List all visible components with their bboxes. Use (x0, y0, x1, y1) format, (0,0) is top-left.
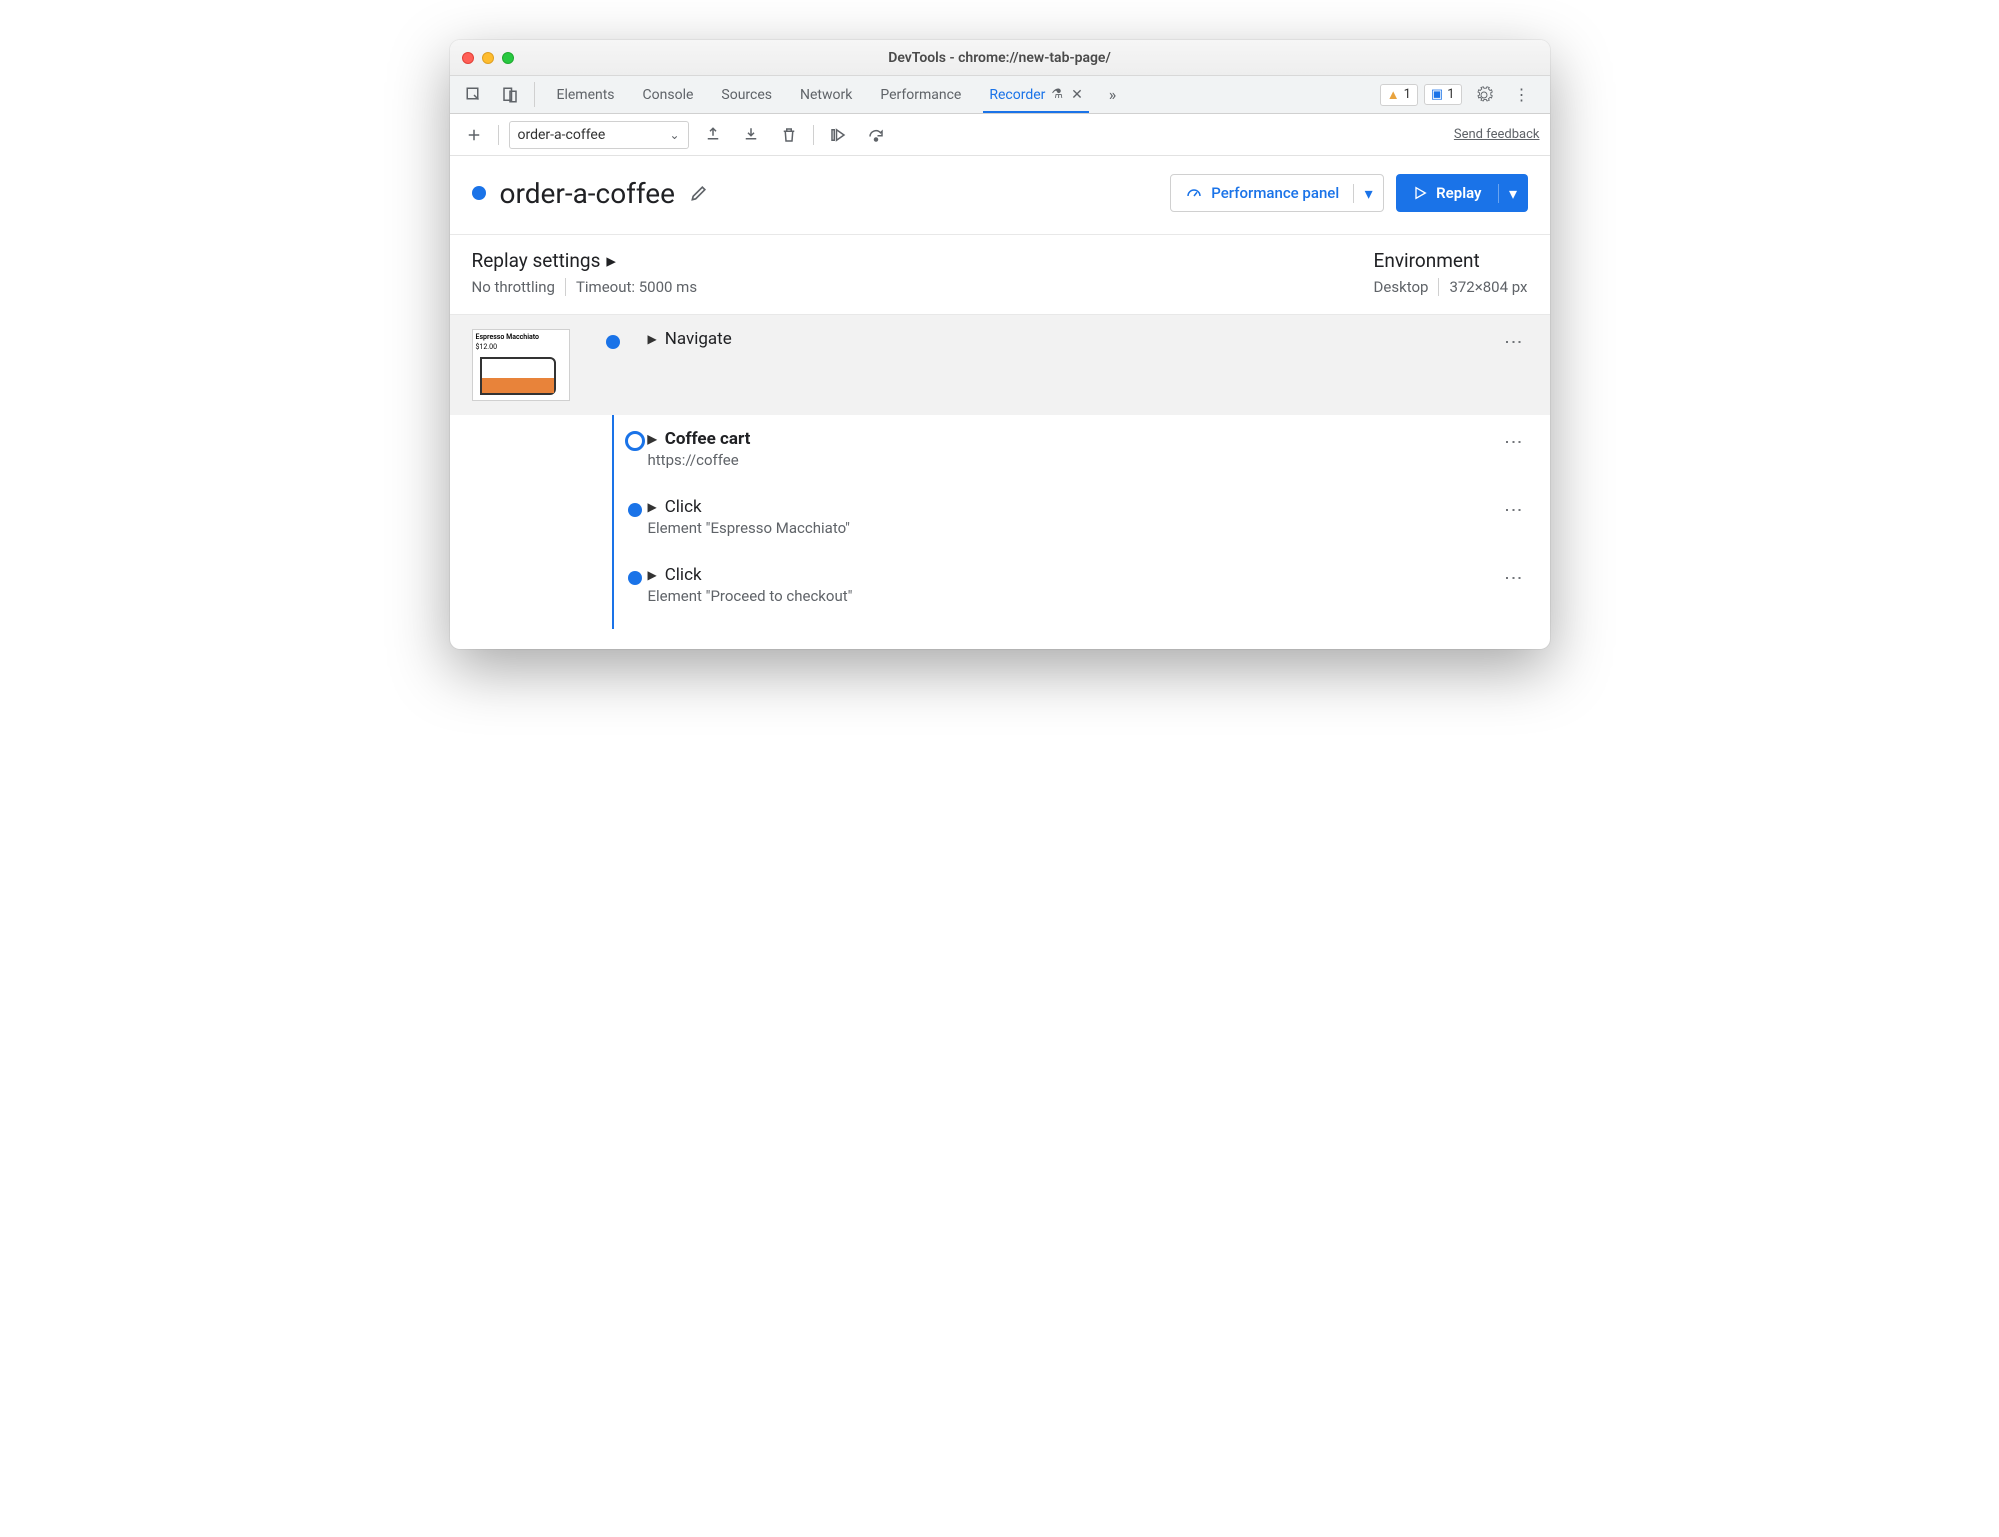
step-title: Navigate (665, 329, 732, 349)
step-row[interactable]: Espresso Macchiato $12.00 ▶ Navigate ⋮ (450, 315, 1550, 415)
timeline-node-icon (628, 503, 642, 517)
step-thumbnail: Espresso Macchiato $12.00 (472, 329, 570, 401)
settings-icon[interactable] (1468, 86, 1500, 104)
step-row[interactable]: ▶ Coffee cart https://coffee ⋮ (472, 415, 1528, 483)
step-row[interactable]: ▶ Click Element "Proceed to checkout" ⋮ (472, 551, 1528, 619)
step-subtitle: Element "Proceed to checkout" (648, 587, 1481, 605)
tab-label: Sources (721, 87, 772, 103)
performance-panel-button[interactable]: Performance panel ▾ (1170, 174, 1384, 212)
recorder-toolbar: order-a-coffee ⌄ Send feedback (450, 114, 1550, 156)
divider (565, 278, 566, 296)
message-icon: ▣ (1431, 87, 1443, 102)
import-icon[interactable] (737, 121, 765, 149)
button-label: Replay (1436, 184, 1481, 202)
replay-settings-heading[interactable]: Replay settings ▸ (472, 249, 698, 272)
divider (534, 82, 535, 107)
timeline-node-icon (606, 335, 620, 349)
replay-settings: Replay settings ▸ No throttling Timeout:… (472, 249, 698, 296)
caret-right-icon: ▶ (648, 332, 657, 346)
tab-label: Recorder (989, 87, 1045, 103)
window-title: DevTools - chrome://new-tab-page/ (450, 50, 1550, 66)
delete-icon[interactable] (775, 121, 803, 149)
timeout-value: Timeout: 5000 ms (576, 278, 697, 296)
caret-right-icon: ▶ (648, 432, 657, 446)
timeline-node-icon (628, 571, 642, 585)
step-menu-icon[interactable]: ⋮ (1499, 329, 1528, 356)
close-tab-icon[interactable]: ✕ (1071, 87, 1083, 103)
tab-label: Elements (557, 87, 615, 103)
tab-console[interactable]: Console (629, 76, 708, 113)
caret-right-icon: ▶ (648, 568, 657, 582)
recording-selector[interactable]: order-a-coffee ⌄ (509, 121, 689, 149)
button-label: Performance panel (1211, 184, 1339, 202)
tab-performance[interactable]: Performance (866, 76, 975, 113)
environment-heading: Environment (1374, 249, 1528, 272)
chevron-down-icon: ⌄ (669, 128, 679, 142)
chevron-right-icon: ▸ (606, 249, 616, 272)
step-row[interactable]: ▶ Click Element "Espresso Macchiato" ⋮ (472, 483, 1528, 551)
messages-badge[interactable]: ▣ 1 (1424, 84, 1462, 105)
devtools-window: DevTools - chrome://new-tab-page/ Elemen… (450, 40, 1550, 649)
titlebar: DevTools - chrome://new-tab-page/ (450, 40, 1550, 76)
step-title: Click (665, 497, 702, 517)
cup-icon (480, 357, 556, 395)
device-value: Desktop (1374, 278, 1429, 296)
settings-row: Replay settings ▸ No throttling Timeout:… (450, 235, 1550, 315)
edit-title-icon[interactable] (689, 183, 709, 203)
warnings-badge[interactable]: ▲ 1 (1380, 84, 1418, 106)
tab-network[interactable]: Network (786, 76, 866, 113)
tabs-overflow-icon[interactable]: » (1101, 76, 1125, 113)
step-play-icon[interactable] (824, 121, 852, 149)
recording-dot-icon (472, 186, 486, 200)
divider (1438, 278, 1439, 296)
step-menu-icon[interactable]: ⋮ (1499, 497, 1528, 524)
recording-header: order-a-coffee Performance panel ▾ Repla… (450, 156, 1550, 235)
tabs: Elements Console Sources Network Perform… (543, 76, 1097, 113)
send-feedback-link[interactable]: Send feedback (1454, 127, 1540, 142)
thumb-title: Espresso Macchiato (476, 333, 566, 341)
inspect-icon[interactable] (458, 76, 490, 113)
divider (813, 125, 814, 145)
throttling-value: No throttling (472, 278, 555, 296)
step-menu-icon[interactable]: ⋮ (1499, 429, 1528, 456)
flask-icon: ⚗ (1051, 87, 1063, 102)
dropdown-icon[interactable]: ▾ (1353, 184, 1383, 203)
device-toggle-icon[interactable] (494, 76, 526, 113)
tab-label: Performance (880, 87, 961, 103)
step-menu-icon[interactable]: ⋮ (1499, 565, 1528, 592)
step-over-icon[interactable] (862, 121, 890, 149)
environment-settings: Environment Desktop 372×804 px (1374, 249, 1528, 296)
message-count: 1 (1447, 87, 1454, 102)
steps-list: Espresso Macchiato $12.00 ▶ Navigate ⋮ ▶ C… (450, 315, 1550, 649)
toolbar-right: ▲ 1 ▣ 1 ⋮ (1380, 76, 1542, 113)
tab-recorder[interactable]: Recorder ⚗ ✕ (975, 76, 1096, 113)
step-subtitle: Element "Espresso Macchiato" (648, 519, 1481, 537)
export-icon[interactable] (699, 121, 727, 149)
dropdown-icon[interactable]: ▾ (1498, 184, 1528, 203)
recording-name: order-a-coffee (518, 127, 606, 143)
tab-label: Network (800, 87, 852, 103)
timeline-node-icon (625, 431, 645, 451)
gauge-icon (1185, 184, 1203, 202)
recording-title: order-a-coffee (500, 177, 676, 210)
warning-count: 1 (1404, 87, 1411, 102)
warning-icon: ▲ (1387, 87, 1400, 103)
divider (498, 125, 499, 145)
caret-right-icon: ▶ (648, 500, 657, 514)
step-subtitle: https://coffee (648, 451, 1481, 469)
devtools-tab-strip: Elements Console Sources Network Perform… (450, 76, 1550, 114)
thumb-price: $12.00 (476, 343, 566, 351)
play-icon (1412, 185, 1428, 201)
more-icon[interactable]: ⋮ (1506, 85, 1538, 104)
step-title: Click (665, 565, 702, 585)
replay-button[interactable]: Replay ▾ (1396, 174, 1527, 212)
tab-sources[interactable]: Sources (707, 76, 786, 113)
new-recording-icon[interactable] (460, 121, 488, 149)
tab-elements[interactable]: Elements (543, 76, 629, 113)
tab-label: Console (643, 87, 694, 103)
step-title: Coffee cart (665, 429, 751, 449)
viewport-size: 372×804 px (1449, 278, 1527, 296)
